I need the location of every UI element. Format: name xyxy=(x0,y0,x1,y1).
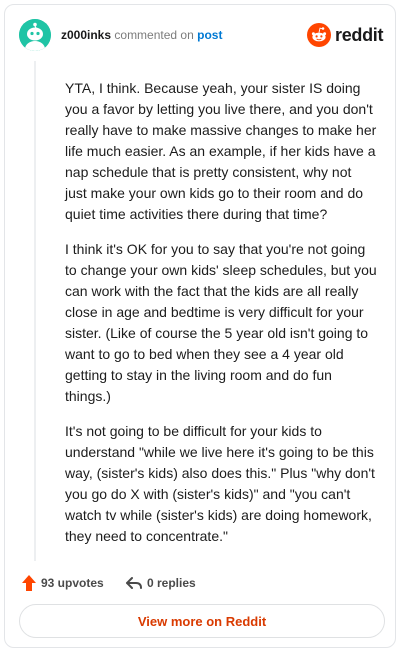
comment-footer: 93 upvotes 0 replies xyxy=(21,572,321,594)
upvotes-stat[interactable]: 93 upvotes xyxy=(21,572,104,594)
post-link[interactable]: post xyxy=(197,28,222,42)
comment-paragraph: I think it's OK for you to say that you'… xyxy=(65,241,377,404)
upvotes-label: 93 upvotes xyxy=(41,576,104,590)
view-more-button[interactable]: View more on Reddit xyxy=(19,604,385,638)
comment-header: z000inks commented on post reddit xyxy=(19,19,384,55)
upvote-arrow-icon xyxy=(22,575,36,591)
comment-body: YTA, I think. Because yeah, your sister … xyxy=(65,78,377,561)
comment-paragraph: YTA, I think. Because yeah, your sister … xyxy=(65,80,377,222)
username-link[interactable]: z000inks xyxy=(61,28,111,42)
replies-label: 0 replies xyxy=(147,576,196,590)
thread-line xyxy=(34,61,36,561)
reddit-wordmark: reddit xyxy=(335,25,384,45)
reddit-logo-icon xyxy=(307,23,331,47)
avatar-icon[interactable] xyxy=(19,19,51,51)
comment-byline: z000inks commented on post xyxy=(61,28,222,42)
byline-action-text: commented on xyxy=(114,28,194,42)
reddit-brand[interactable]: reddit xyxy=(307,23,384,47)
comment-card: z000inks commented on post reddit YTA, I… xyxy=(4,4,396,648)
comment-paragraph: It's not going to be difficult for your … xyxy=(65,423,375,544)
reply-arrow-icon xyxy=(126,577,142,589)
replies-stat[interactable]: 0 replies xyxy=(125,572,196,594)
